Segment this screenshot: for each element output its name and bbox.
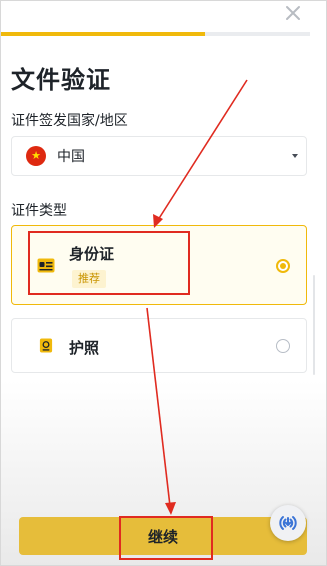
country-selected-value: 中国 bbox=[57, 149, 85, 165]
id-card-icon bbox=[37, 258, 55, 273]
doc-option-label: 护照 bbox=[69, 339, 100, 357]
doc-option-passport[interactable]: 护照 bbox=[11, 318, 307, 373]
passport-icon bbox=[39, 338, 53, 353]
close-icon[interactable] bbox=[284, 4, 302, 22]
scrollbar[interactable] bbox=[313, 275, 315, 375]
doc-option-id-card[interactable]: 身份证 推荐 bbox=[11, 225, 307, 305]
broadcast-help-icon[interactable] bbox=[270, 505, 306, 541]
doc-option-label: 身份证 bbox=[69, 245, 115, 263]
country-select[interactable]: ★ 中国 bbox=[11, 136, 307, 176]
page-title: 文件验证 bbox=[11, 66, 111, 94]
china-flag-icon: ★ bbox=[26, 146, 46, 166]
progress-bar-fill bbox=[0, 32, 205, 36]
recommended-badge: 推荐 bbox=[72, 270, 106, 288]
radio-button-unselected[interactable] bbox=[276, 339, 290, 353]
country-label: 证件签发国家/地区 bbox=[11, 113, 128, 129]
continue-button[interactable]: 继续 bbox=[19, 517, 307, 555]
doc-type-label: 证件类型 bbox=[11, 203, 67, 219]
radio-button-selected[interactable] bbox=[276, 259, 290, 273]
progress-bar bbox=[0, 32, 310, 36]
chevron-down-icon bbox=[292, 154, 298, 158]
